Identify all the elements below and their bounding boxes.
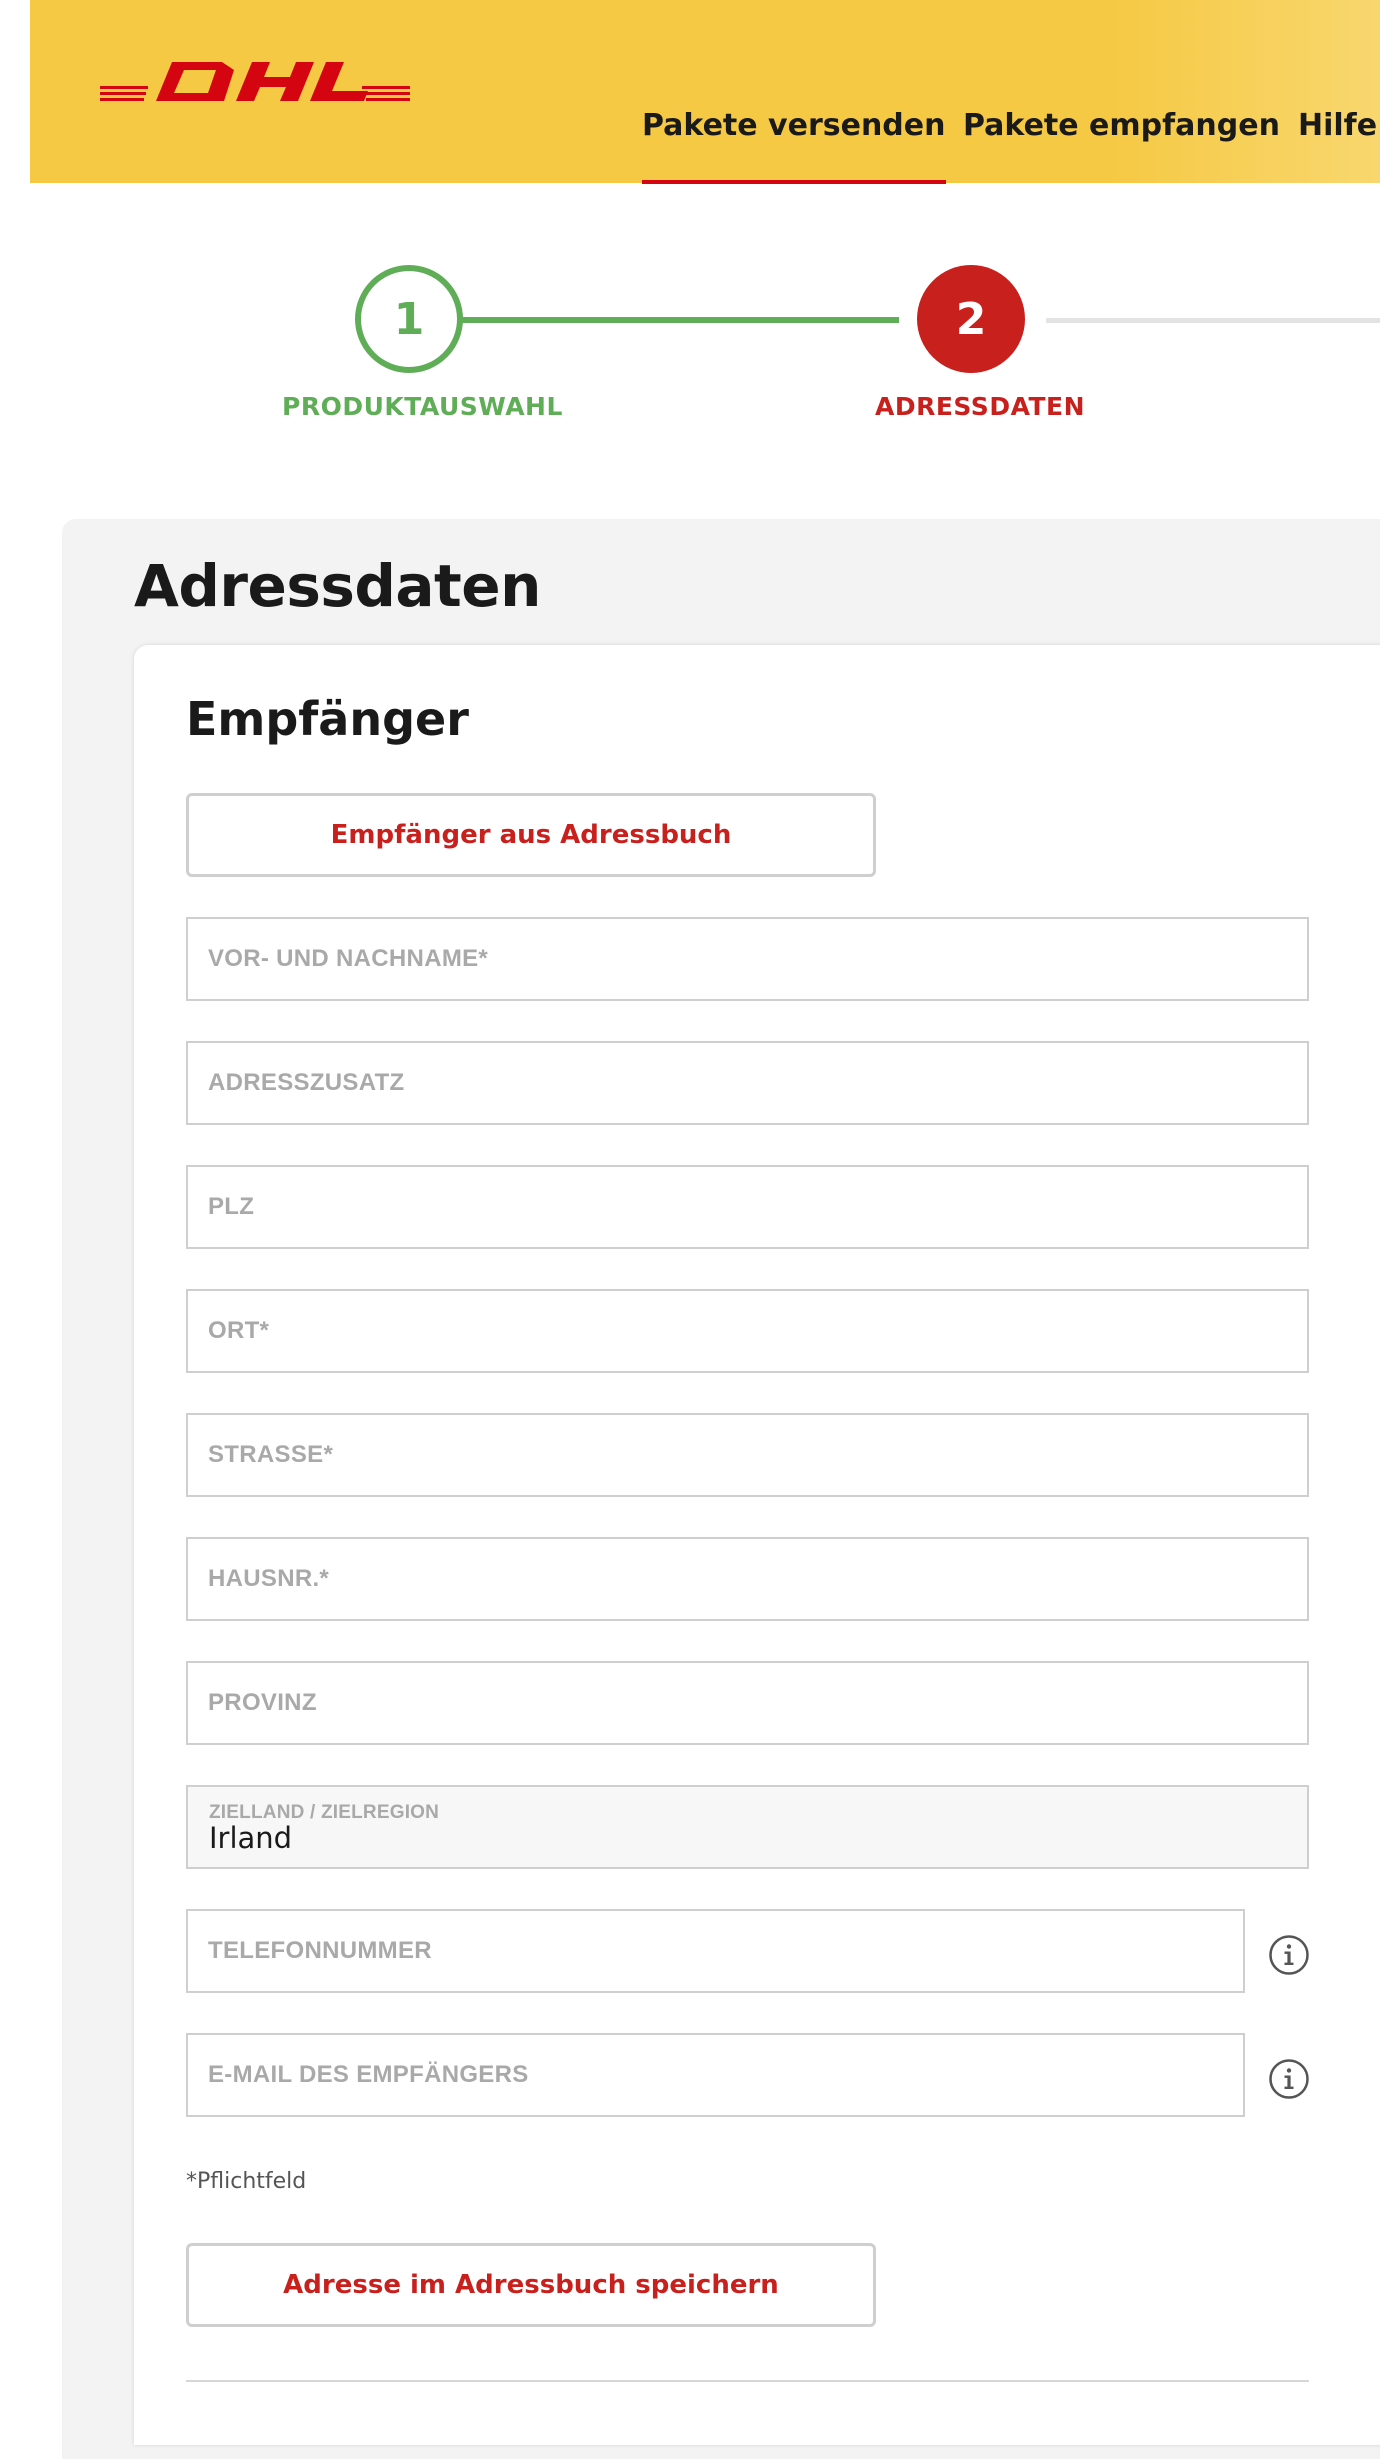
recipient-from-address-book-button[interactable]: Empfänger aus Adressbuch <box>186 793 876 877</box>
email-input[interactable] <box>188 2035 1243 2115</box>
name-input[interactable] <box>188 919 1307 999</box>
address-extra-field[interactable] <box>186 1041 1309 1125</box>
dhl-logo[interactable] <box>100 60 410 105</box>
zip-field[interactable] <box>186 1165 1309 1249</box>
phone-info-icon[interactable] <box>1268 1934 1310 1976</box>
country-value: Irland <box>209 1821 293 1855</box>
stepper-line-completed <box>461 317 899 323</box>
email-info-icon[interactable] <box>1268 2058 1310 2100</box>
province-input[interactable] <box>188 1663 1307 1743</box>
site-header: Pakete versenden Pakete empfangen Hilfe … <box>30 0 1380 184</box>
address-extra-input[interactable] <box>188 1043 1307 1123</box>
step-2-label: ADRESSDATEN <box>875 392 1086 421</box>
province-field[interactable] <box>186 1661 1309 1745</box>
street-field[interactable] <box>186 1413 1309 1497</box>
house-number-field[interactable] <box>186 1537 1309 1621</box>
street-input[interactable] <box>188 1415 1307 1495</box>
nav-receive-parcels[interactable]: Pakete empfangen <box>963 108 1280 143</box>
zip-input[interactable] <box>188 1167 1307 1247</box>
email-field[interactable] <box>186 2033 1245 2117</box>
city-input[interactable] <box>188 1291 1307 1371</box>
house-number-input[interactable] <box>188 1539 1307 1619</box>
step-1-circle[interactable]: 1 <box>355 265 463 373</box>
required-field-note: *Pflichtfeld <box>186 2169 307 2194</box>
phone-field[interactable] <box>186 1909 1245 1993</box>
city-field[interactable] <box>186 1289 1309 1373</box>
recipient-title: Empfänger <box>186 692 469 746</box>
name-field[interactable] <box>186 917 1309 1001</box>
phone-input[interactable] <box>188 1911 1243 1991</box>
stepper-line-pending <box>1046 318 1380 323</box>
nav-send-parcels[interactable]: Pakete versenden <box>642 108 946 184</box>
nav-help[interactable]: Hilfe u <box>1298 108 1380 143</box>
page-title: Adressdaten <box>134 552 541 620</box>
country-field: ZIELLAND / ZIELREGION Irland <box>186 1785 1309 1869</box>
save-to-address-book-button[interactable]: Adresse im Adressbuch speichern <box>186 2243 876 2327</box>
section-divider <box>186 2380 1309 2382</box>
step-2-circle: 2 <box>917 265 1025 373</box>
step-1-label[interactable]: PRODUKTAUSWAHL <box>282 392 563 421</box>
